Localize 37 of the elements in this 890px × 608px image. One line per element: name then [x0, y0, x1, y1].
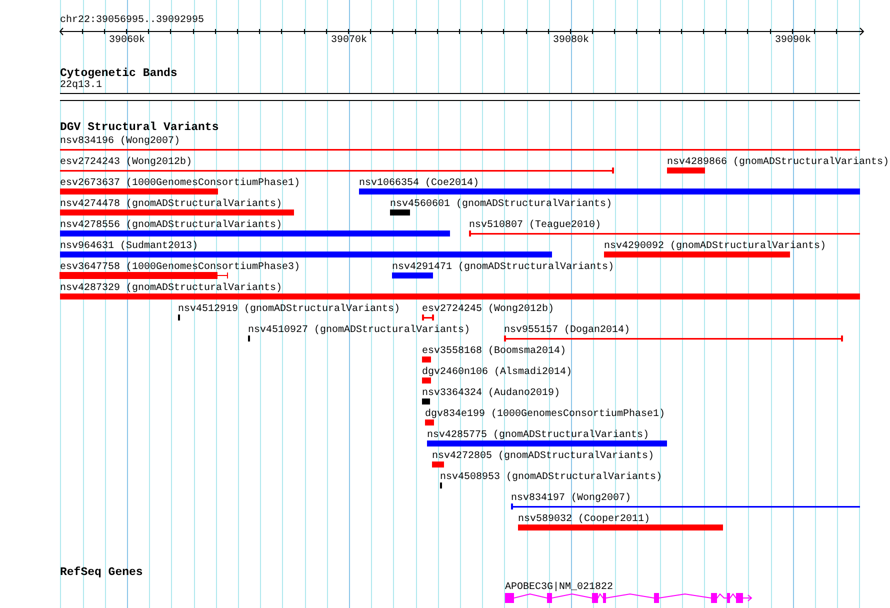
- variant-label: nsv1066354 (Coe2014): [359, 178, 480, 189]
- variant-label: esv3558168 (Boomsma2014): [422, 346, 566, 357]
- track-title: Cytogenetic Bands: [60, 68, 178, 80]
- variant-label: nsv4291471 (gnomADStructuralVariants): [392, 262, 614, 273]
- variant-label: nsv4289866 (gnomADStructuralVariants): [667, 157, 890, 168]
- variant-label: esv2673637 (1000GenomesConsortiumPhase1): [60, 178, 300, 189]
- variant-label: nsv4510927 (gnomADStructuralVariants): [248, 325, 470, 336]
- variant-label: esv2724245 (Wong2012b): [422, 304, 554, 315]
- variant-label: nsv4278556 (gnomADStructuralVariants): [60, 220, 282, 231]
- variant-label: nsv4512919 (gnomADStructuralVariants): [178, 304, 400, 315]
- variant-label: nsv3364324 (Audano2019): [422, 388, 560, 399]
- track-title: RefSeq Genes: [60, 567, 143, 579]
- variant-label: nsv834196 (Wong2007): [60, 136, 180, 147]
- tick-label: 39080k: [552, 35, 590, 46]
- variant-label: nsv834197 (Wong2007): [511, 493, 632, 504]
- variant-label: nsv4272805 (gnomADStructuralVariants): [432, 451, 654, 462]
- tick-label: 39090k: [774, 35, 812, 46]
- variant-label: nsv510807 (Teague2010): [469, 220, 602, 231]
- tick-label: 39070k: [330, 35, 368, 46]
- variant-label: nsv4287329 (gnomADStructuralVariants): [60, 283, 282, 294]
- variant-label: nsv4274478 (gnomADStructuralVariants): [60, 199, 282, 210]
- gene-label: APOBEC3G|NM_021822: [505, 582, 614, 593]
- variant-label: dgv834e199 (1000GenomesConsortiumPhase1): [425, 409, 666, 420]
- variant-label: nsv4560601 (gnomADStructuralVariants): [390, 199, 612, 210]
- tick-label: 39060k: [108, 35, 146, 46]
- variant-label: esv3647758 (1000GenomesConsortiumPhase3): [60, 262, 300, 273]
- variant-label: esv2724243 (Wong2012b): [60, 157, 192, 168]
- ruler-position: chr22:39056995..39092995: [60, 15, 204, 26]
- variant-label: nsv4508953 (gnomADStructuralVariants): [440, 472, 662, 483]
- track-title: DGV Structural Variants: [60, 122, 219, 134]
- band-label: 22q13.1: [60, 80, 102, 91]
- variant-label: nsv589032 (Cooper2011): [518, 514, 650, 525]
- variant-label: nsv4290092 (gnomADStructuralVariants): [604, 241, 826, 252]
- variant-label: nsv955157 (Dogan2014): [504, 325, 630, 336]
- variant-label: nsv4285775 (gnomADStructuralVariants): [427, 430, 650, 441]
- variant-label: nsv964631 (Sudmant2013): [60, 241, 198, 252]
- variant-label: dgv2460n106 (Alsmadi2014): [422, 367, 572, 378]
